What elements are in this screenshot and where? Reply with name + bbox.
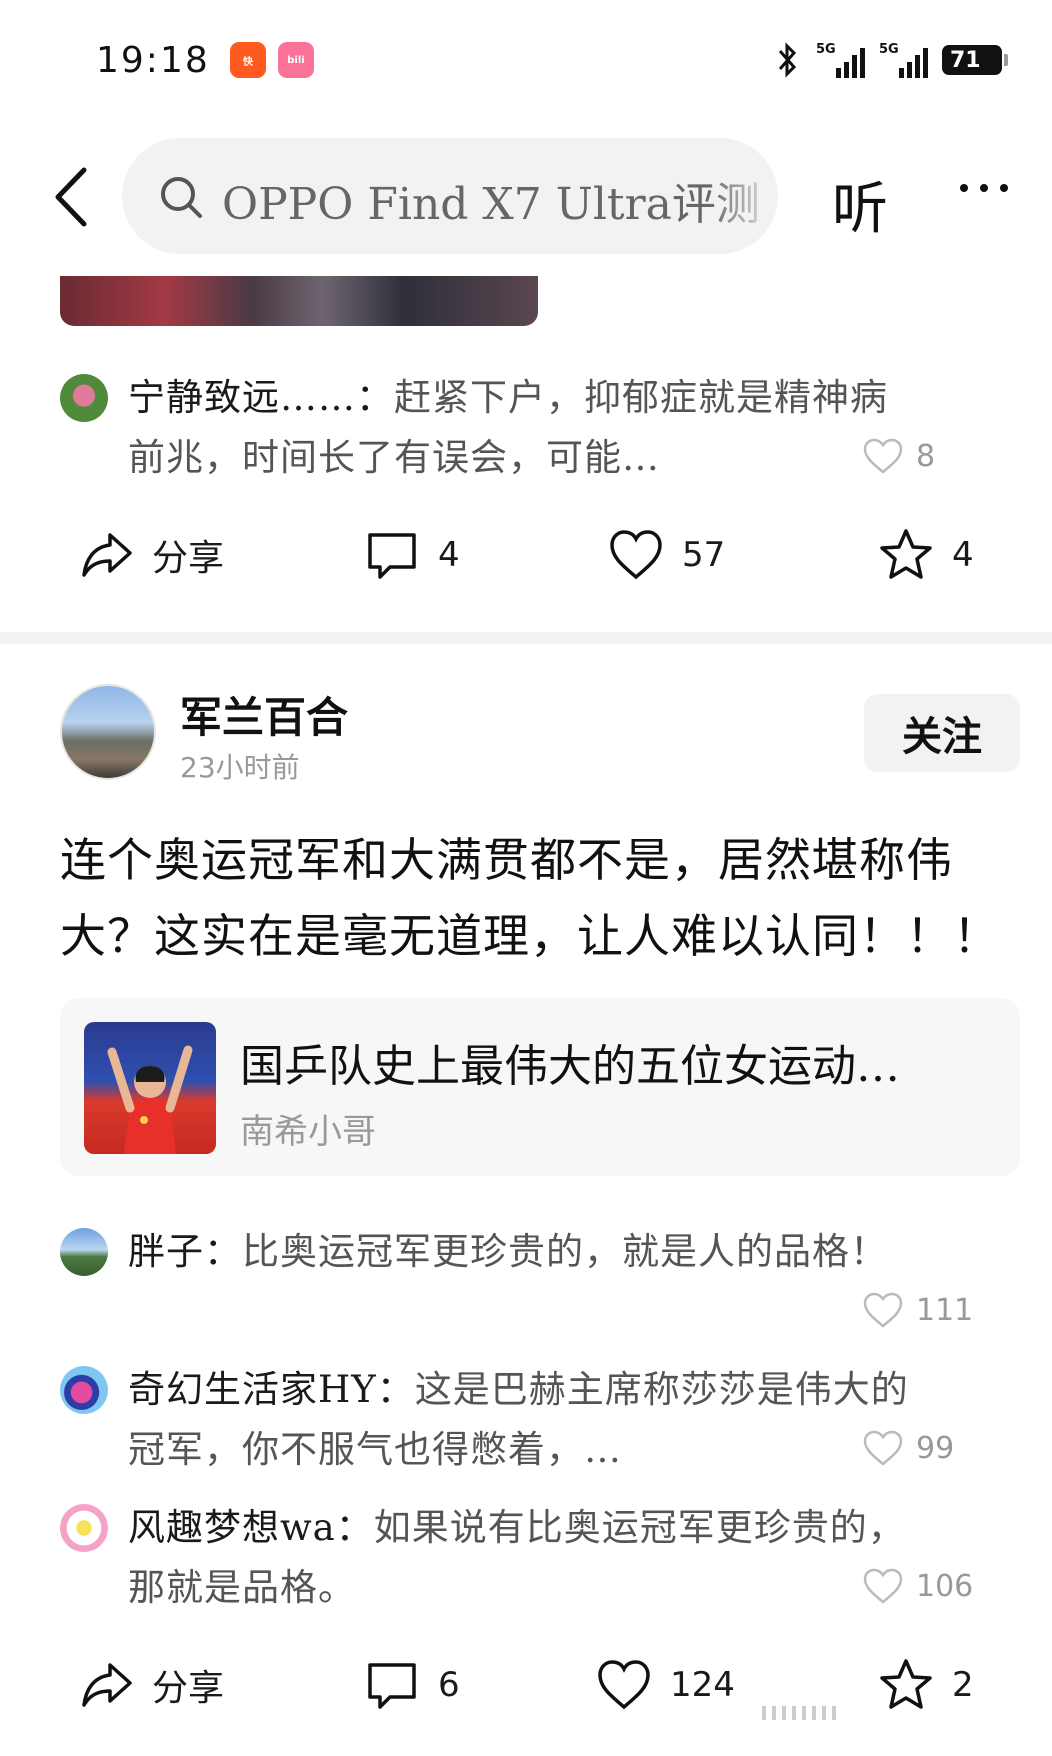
article-source: 南希小哥	[240, 1112, 376, 1152]
heart-icon	[863, 1292, 903, 1328]
comment-icon	[368, 533, 416, 579]
heart-icon	[598, 1660, 650, 1710]
avatar[interactable]	[60, 1366, 108, 1414]
avatar[interactable]	[60, 374, 108, 422]
battery-level: 71	[950, 47, 981, 73]
comment-body: 比奥运冠军更珍贵的，就是人的品格！	[242, 1230, 888, 1273]
signal-2-label: 5G	[879, 42, 899, 57]
post-body[interactable]: 连个奥运冠军和大满贯都不是，居然堪称伟大？这实在是毫无道理，让人难以认同！！！	[60, 822, 1010, 974]
athlete-illustration	[107, 1045, 193, 1154]
avatar[interactable]	[60, 1504, 108, 1552]
comment-like-button[interactable]: 111	[862, 1288, 992, 1332]
follow-button[interactable]: 关注	[864, 694, 1020, 772]
post-author[interactable]: 军兰百合	[180, 684, 348, 745]
heart-icon	[610, 530, 662, 580]
signal-1-label: 5G	[816, 42, 836, 57]
favorite-count: 4	[952, 535, 974, 575]
more-options-icon[interactable]	[960, 178, 1020, 198]
comment-icon	[368, 1663, 416, 1709]
article-title: 国乒队史上最伟大的五位女运动…	[240, 1041, 900, 1092]
like-count: 57	[682, 535, 726, 575]
favorite-count: 2	[952, 1665, 974, 1705]
scroll-indicator	[762, 1706, 1022, 1720]
kuaishou-app-icon: 快	[230, 42, 266, 78]
comment-like-count: 8	[916, 438, 936, 474]
status-icons: 5G 5G 71	[774, 40, 1008, 80]
kuaishou-icon-text: 快	[243, 56, 253, 68]
search-fade	[708, 138, 778, 254]
comment-button[interactable]: 6	[364, 1650, 460, 1720]
comment-author: 宁静致远……	[128, 376, 356, 419]
share-button[interactable]: 分享	[78, 1650, 224, 1720]
share-label: 分享	[152, 1668, 225, 1709]
comment-like-count: 111	[916, 1292, 974, 1328]
heart-icon	[863, 1568, 903, 1604]
share-icon	[82, 533, 132, 577]
search-query: OPPO Find X7 Ultra评测	[222, 179, 760, 230]
comment-text: 风趣梦想wa：如果说有比奥运冠军更珍贵的，那就是品格。	[128, 1506, 906, 1609]
comment-like-button[interactable]: 8	[862, 434, 992, 478]
comment-author: 奇幻生活家HY	[128, 1368, 377, 1411]
comment-text: 奇幻生活家HY：这是巴赫主席称莎莎是伟大的冠军，你不服气也得憋着，…	[128, 1368, 909, 1471]
bilibili-app-icon: bili	[278, 42, 314, 78]
comment-like-count: 99	[916, 1430, 955, 1466]
share-button[interactable]: 分享	[78, 520, 224, 590]
heart-icon	[863, 438, 903, 474]
comment-button[interactable]: 4	[364, 520, 460, 590]
like-count: 124	[670, 1665, 735, 1705]
like-button[interactable]: 124	[596, 1650, 735, 1720]
comment-item[interactable]: 宁静致远……：赶紧下户，抑郁症就是精神病前兆，时间长了有误会，可能… 8	[60, 374, 1000, 484]
article-thumbnail	[84, 1022, 216, 1154]
linked-article-card[interactable]: 国乒队史上最伟大的五位女运动… 南希小哥	[60, 998, 1020, 1176]
post-action-bar: 分享 4 57 4	[0, 520, 1052, 590]
comment-item[interactable]: 风趣梦想wa：如果说有比奥运冠军更珍贵的，那就是品格。 106	[60, 1504, 1000, 1624]
signal-1-icon: 5G	[816, 42, 865, 78]
clock: 19:18	[96, 40, 210, 81]
comment-author: 风趣梦想wa	[128, 1506, 336, 1549]
favorite-button[interactable]: 4	[878, 520, 974, 590]
avatar[interactable]	[60, 684, 156, 780]
comment-count: 4	[438, 535, 460, 575]
comment-text: 胖子：比奥运冠军更珍贵的，就是人的品格！	[128, 1230, 888, 1273]
bilibili-icon-text: bili	[287, 54, 305, 66]
top-bar: OPPO Find X7 Ultra评测 听	[0, 128, 1052, 258]
comment-like-count: 106	[916, 1568, 974, 1604]
like-button[interactable]: 57	[608, 520, 725, 590]
heart-icon	[863, 1430, 903, 1466]
comment-author: 胖子	[128, 1230, 204, 1273]
star-icon	[880, 1659, 932, 1709]
section-divider	[0, 632, 1052, 644]
star-icon	[880, 529, 932, 579]
battery-icon: 71	[942, 45, 1008, 75]
comment-like-button[interactable]: 99	[862, 1426, 992, 1470]
share-icon	[82, 1663, 132, 1707]
post-image[interactable]	[60, 276, 538, 326]
bluetooth-icon	[778, 42, 797, 78]
comment-count: 6	[438, 1665, 460, 1705]
post-time: 23小时前	[180, 751, 300, 784]
comment-like-button[interactable]: 106	[862, 1564, 992, 1608]
comment-item[interactable]: 胖子：比奥运冠军更珍贵的，就是人的品格！ 111	[60, 1228, 1000, 1348]
share-label: 分享	[152, 538, 225, 579]
search-input[interactable]: OPPO Find X7 Ultra评测	[122, 138, 778, 254]
signal-2-icon: 5G	[879, 42, 928, 78]
avatar[interactable]	[60, 1228, 108, 1276]
comment-item[interactable]: 奇幻生活家HY：这是巴赫主席称莎莎是伟大的冠军，你不服气也得憋着，… 99	[60, 1366, 1000, 1486]
listen-button[interactable]: 听	[832, 164, 888, 245]
back-icon[interactable]	[48, 164, 100, 230]
search-icon	[161, 177, 202, 218]
comment-text: 宁静致远……：赶紧下户，抑郁症就是精神病前兆，时间长了有误会，可能…	[128, 376, 888, 479]
status-bar: 19:18 快 bili 5G 5G 71	[0, 0, 1052, 120]
